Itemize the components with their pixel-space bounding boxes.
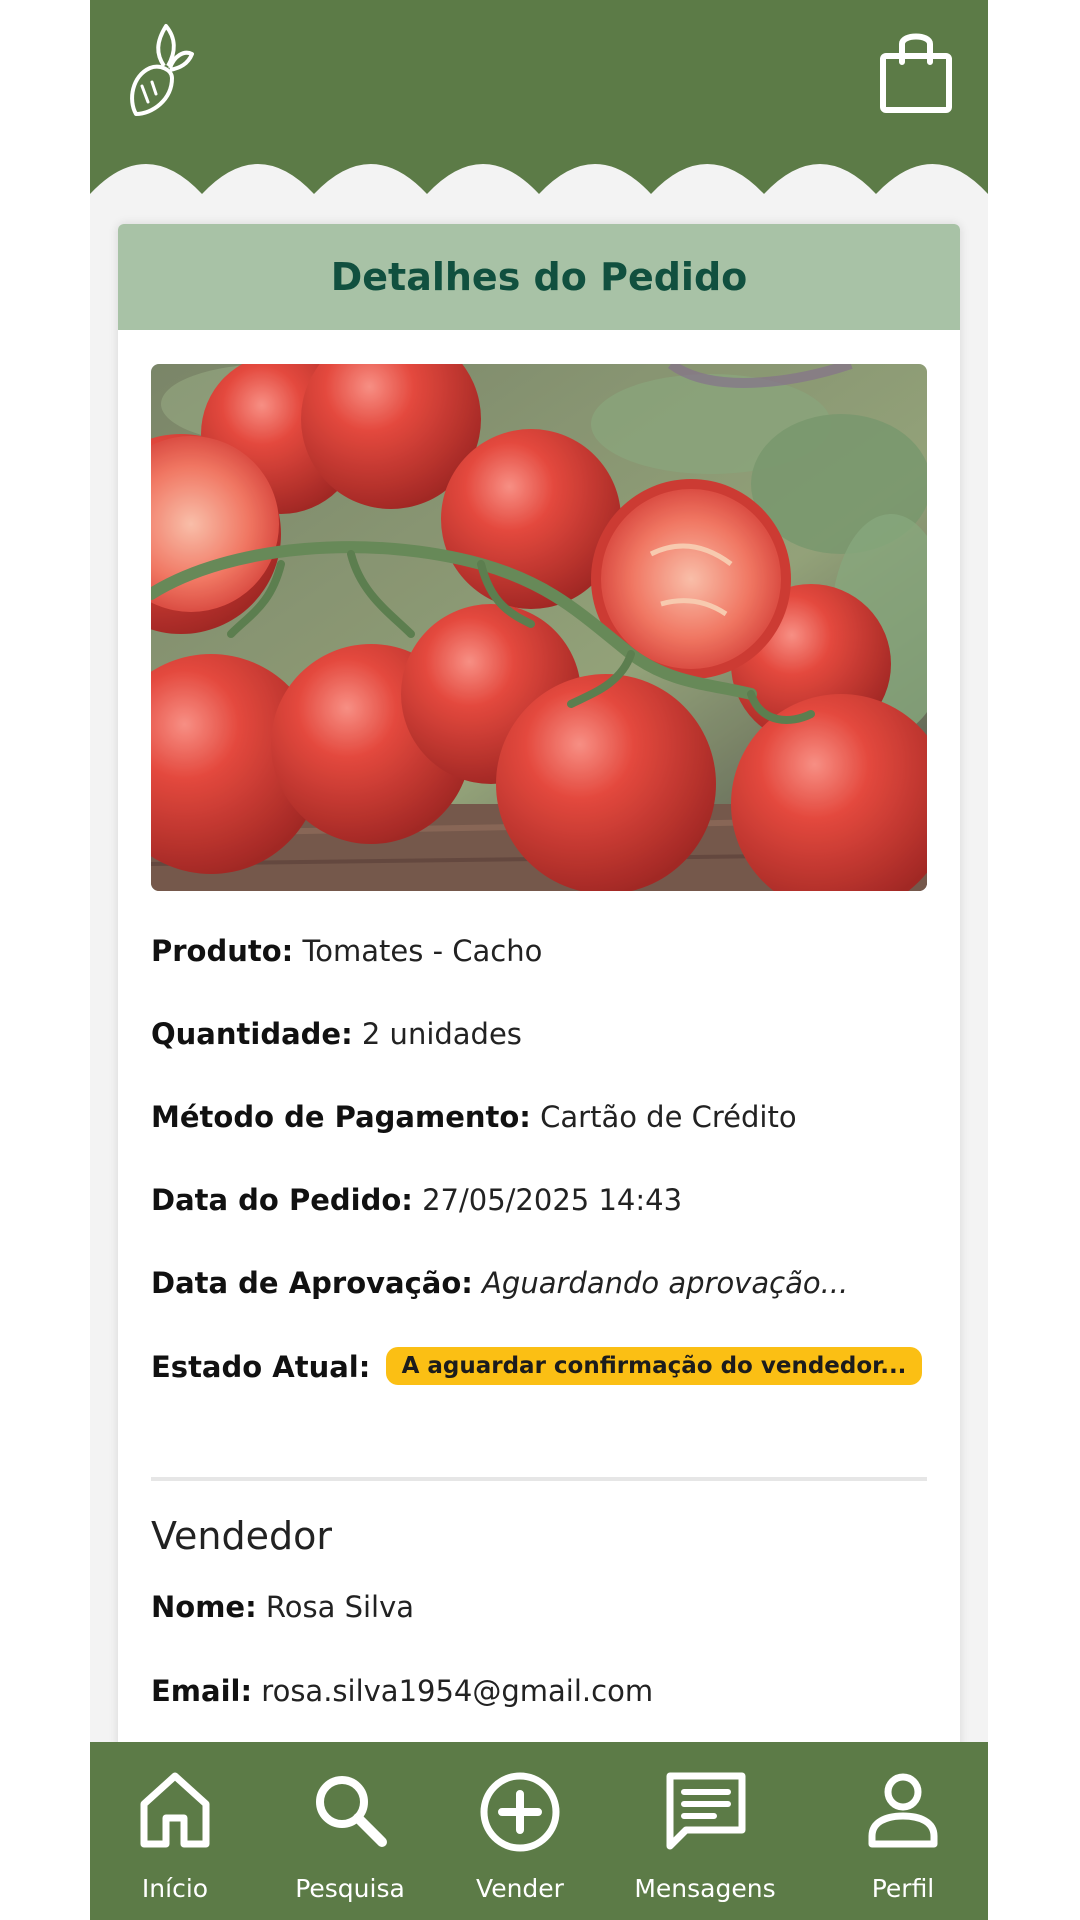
product-image bbox=[151, 364, 927, 891]
product-value: Tomates - Cacho bbox=[302, 934, 543, 968]
seller-email-value[interactable]: rosa.silva1954@gmail.com bbox=[261, 1674, 653, 1708]
nav-label-sell: Vender bbox=[476, 1874, 564, 1903]
nav-item-search[interactable]: Pesquisa bbox=[280, 1742, 420, 1920]
nav-label-profile: Perfil bbox=[871, 1874, 935, 1903]
bottom-navigation: Início Pesquisa Vender Mensagens Perfil bbox=[90, 1742, 988, 1920]
quantity-value: 2 unidades bbox=[361, 1017, 522, 1051]
status-label: Estado Atual: bbox=[151, 1350, 371, 1384]
order-date-label: Data do Pedido: bbox=[151, 1183, 413, 1217]
nav-item-home[interactable]: Início bbox=[110, 1742, 240, 1920]
top-bar-background bbox=[90, 0, 988, 194]
nav-item-sell[interactable]: Vender bbox=[460, 1742, 580, 1920]
seller-section-title: Vendedor bbox=[151, 1514, 333, 1558]
quantity-row: Quantidade: 2 unidades bbox=[151, 1017, 522, 1051]
seller-name-label: Nome: bbox=[151, 1590, 257, 1624]
payment-row: Método de Pagamento: Cartão de Crédito bbox=[151, 1100, 797, 1134]
home-icon bbox=[140, 1772, 210, 1848]
payment-label: Método de Pagamento: bbox=[151, 1100, 531, 1134]
seller-name-value: Rosa Silva bbox=[265, 1590, 415, 1624]
page-title: Detalhes do Pedido bbox=[330, 255, 748, 299]
nav-label-home: Início bbox=[141, 1874, 209, 1903]
nav-label-messages: Mensagens bbox=[634, 1874, 776, 1903]
nav-item-messages[interactable]: Mensagens bbox=[620, 1742, 790, 1920]
nav-item-profile[interactable]: Perfil bbox=[838, 1742, 968, 1920]
approval-date-label: Data de Aprovação: bbox=[151, 1266, 473, 1300]
message-icon bbox=[666, 1772, 746, 1850]
order-date-row: Data do Pedido: 27/05/2025 14:43 bbox=[151, 1183, 682, 1217]
top-bar bbox=[90, 0, 988, 196]
user-icon bbox=[868, 1773, 938, 1848]
order-date-value: 27/05/2025 14:43 bbox=[422, 1183, 683, 1217]
card-header: Detalhes do Pedido bbox=[118, 224, 960, 330]
search-icon bbox=[316, 1776, 387, 1847]
shopping-bag-icon[interactable] bbox=[878, 26, 954, 114]
order-details-card: Detalhes do Pedido Produto: Tomates - Ca… bbox=[118, 224, 960, 1920]
product-label: Produto: bbox=[151, 934, 294, 968]
quantity-label: Quantidade: bbox=[151, 1017, 353, 1051]
add-circle-icon bbox=[480, 1772, 560, 1852]
divider bbox=[151, 1477, 927, 1481]
approval-date-row: Data de Aprovação: Aguardando aprovação.… bbox=[151, 1266, 848, 1300]
app-screen: Detalhes do Pedido Produto: Tomates - Ca… bbox=[90, 0, 988, 1920]
radish-icon[interactable] bbox=[126, 20, 196, 120]
nav-label-search: Pesquisa bbox=[295, 1874, 405, 1903]
status-badge: A aguardar confirmação do vendedor... bbox=[385, 1347, 923, 1385]
seller-email-label: Email: bbox=[151, 1674, 253, 1708]
status-row: Estado Atual: A aguardar confirmação do … bbox=[151, 1347, 923, 1388]
product-row: Produto: Tomates - Cacho bbox=[151, 934, 542, 968]
payment-value: Cartão de Crédito bbox=[540, 1100, 797, 1134]
seller-email-row: Email: rosa.silva1954@gmail.com bbox=[151, 1674, 653, 1708]
approval-date-value: Aguardando aprovação... bbox=[482, 1266, 849, 1300]
seller-name-row: Nome: Rosa Silva bbox=[151, 1590, 414, 1624]
